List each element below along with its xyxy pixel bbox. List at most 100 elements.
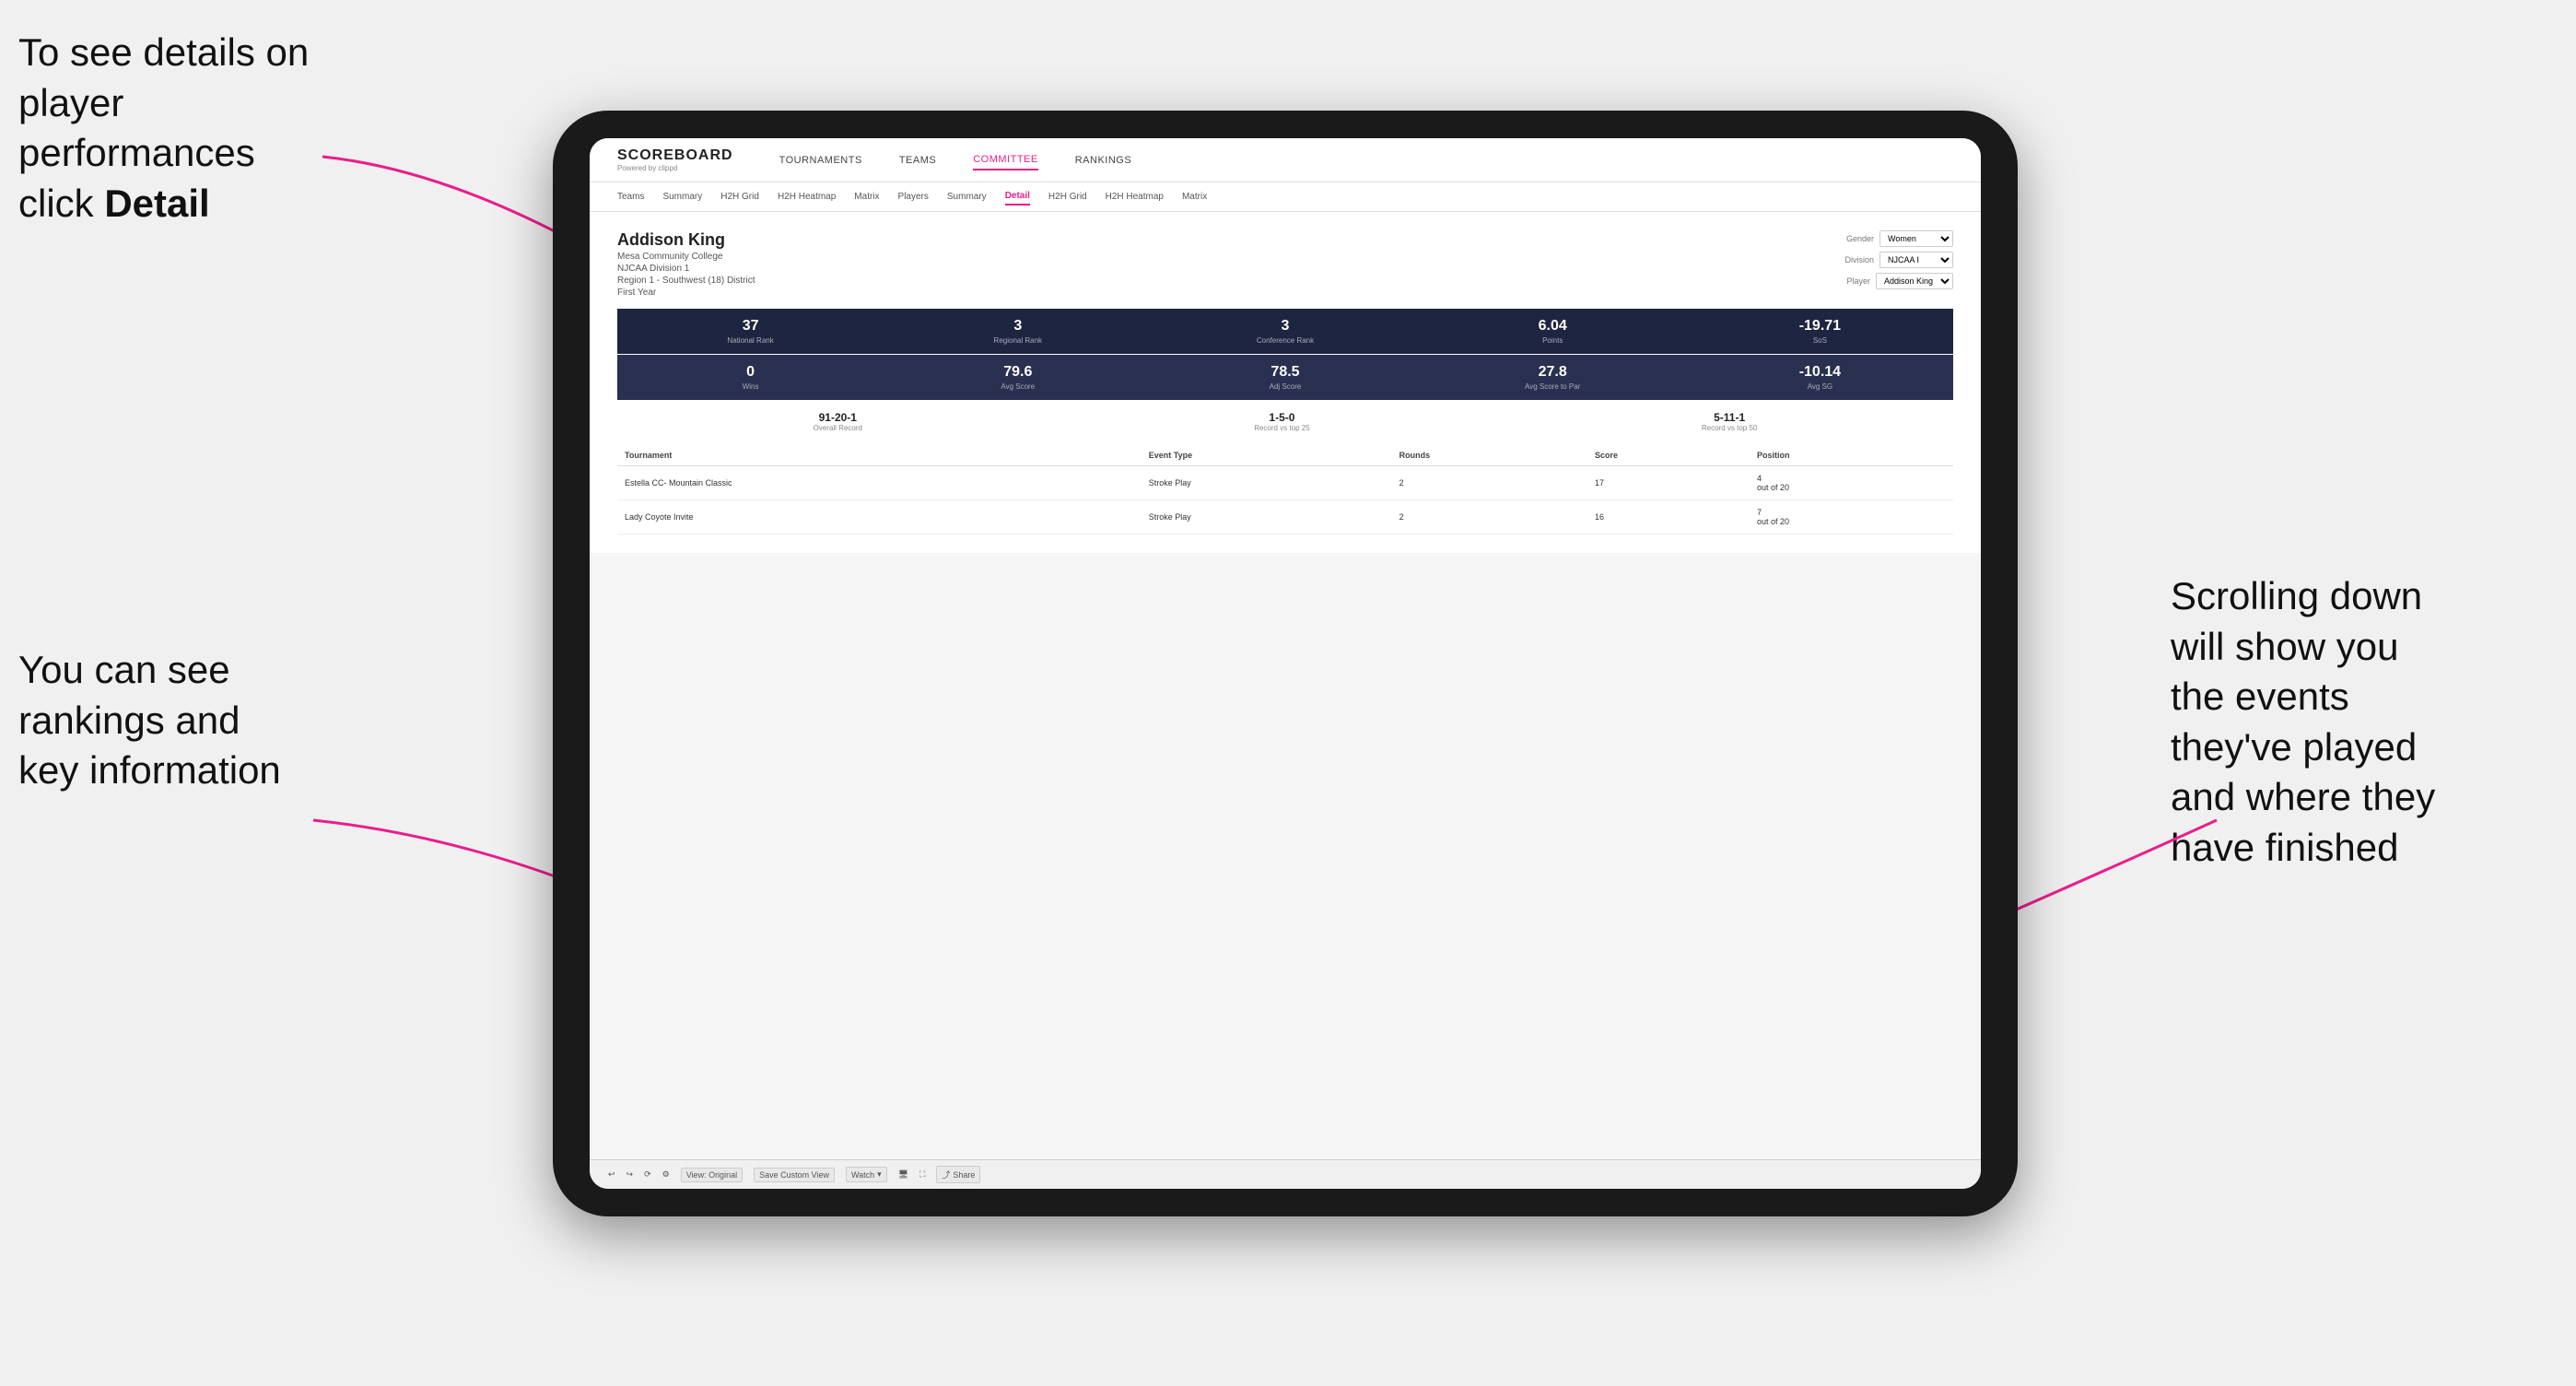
subnav-players[interactable]: Players [898,189,929,205]
annotation-bl2: rankings and [18,699,240,742]
top50-record-label: Record vs top 50 [1702,424,1757,432]
annotation-line1: To see details on [18,30,309,74]
national-rank-label: National Rank [625,336,876,345]
tournament-table: Tournament Event Type Rounds Score Posit… [617,445,1953,534]
gender-filter-row: Gender Women Men [1846,230,1953,247]
share-icon: ⤴ [942,1169,950,1180]
top25-record-label: Record vs top 25 [1254,424,1309,432]
annotation-line3: click [18,182,104,225]
conference-rank-value: 3 [1159,318,1411,335]
subnav-matrix2[interactable]: Matrix [1182,189,1207,205]
annotation-bl1: You can see [18,648,230,691]
toolbar-expand[interactable]: ⛶ [919,1169,925,1180]
player-year: First Year [617,288,755,298]
top50-record-value: 5-11-1 [1702,411,1757,424]
record-overall: 91-20-1 Overall Record [814,411,862,432]
sos-value: -19.71 [1694,318,1946,335]
subnav-summary2[interactable]: Summary [947,189,987,205]
division-select[interactable]: NJCAA I NJCAA II [1879,252,1953,268]
nav-tournaments[interactable]: TOURNAMENTS [779,151,862,170]
annotation-r2: will show you [2171,625,2398,668]
row1-position: 4out of 20 [1750,466,1953,500]
nav-teams[interactable]: TEAMS [899,151,936,170]
subnav-h2hheatmap[interactable]: H2H Heatmap [778,189,836,205]
subnav-teams[interactable]: Teams [617,189,644,205]
nav-rankings[interactable]: RANKINGS [1075,151,1131,170]
subnav-h2hgrid2[interactable]: H2H Grid [1048,189,1087,205]
record-top50: 5-11-1 Record vs top 50 [1702,411,1757,432]
regional-rank-label: Regional Rank [892,336,1143,345]
stat-regional-rank: 3 Regional Rank [884,309,1151,354]
stat-avg-par: 27.8 Avg Score to Par [1420,355,1686,400]
points-value: 6.04 [1427,318,1679,335]
player-filters: Gender Women Men Division NJCAA I NJCAA … [1844,230,1953,289]
toolbar-device[interactable]: 🖥 [898,1169,908,1180]
toolbar-settings[interactable]: ⚙ [662,1169,670,1180]
player-region: Region 1 - Southwest (18) District [617,276,755,286]
subnav-summary[interactable]: Summary [662,189,702,205]
national-rank-value: 37 [625,318,876,335]
view-original-button[interactable]: View: Original [681,1168,743,1182]
tablet-frame: SCOREBOARD Powered by clippd TOURNAMENTS… [553,111,2018,1216]
player-select[interactable]: Addison King [1876,273,1953,289]
division-label: Division [1844,255,1874,264]
top-nav: SCOREBOARD Powered by clippd TOURNAMENTS… [590,138,1981,182]
player-info: Addison King Mesa Community College NJCA… [617,230,755,298]
player-detail: Addison King Mesa Community College NJCA… [590,212,1981,553]
bottom-toolbar: ↩ ↪ ⟳ ⚙ View: Original Save Custom View … [590,1159,1981,1189]
col-rounds: Rounds [1392,445,1587,466]
stat-conference-rank: 3 Conference Rank [1152,309,1418,354]
division-filter-row: Division NJCAA I NJCAA II [1844,252,1953,268]
avg-score-value: 79.6 [892,364,1143,381]
avg-par-label: Avg Score to Par [1427,382,1679,391]
avg-par-value: 27.8 [1427,364,1679,381]
annotation-bold: Detail [104,182,209,225]
sub-nav: Teams Summary H2H Grid H2H Heatmap Matri… [590,182,1981,212]
table-row: Lady Coyote Invite Stroke Play 2 16 7out… [617,500,1953,534]
wins-label: Wins [625,382,876,391]
annotation-right: Scrolling down will show you the events … [2171,571,2558,874]
stats-grid-row1: 37 National Rank 3 Regional Rank 3 Confe… [617,309,1953,354]
top25-record-value: 1-5-0 [1254,411,1309,424]
subnav-h2hheatmap2[interactable]: H2H Heatmap [1106,189,1164,205]
row1-score: 17 [1587,466,1750,500]
row1-rounds: 2 [1392,466,1587,500]
stat-national-rank: 37 National Rank [617,309,884,354]
annotation-line2: player performances [18,81,255,175]
nav-committee[interactable]: COMMITTEE [973,150,1038,170]
subnav-matrix[interactable]: Matrix [854,189,879,205]
save-custom-view-button[interactable]: Save Custom View [754,1168,835,1182]
overall-record-label: Overall Record [814,424,862,432]
watch-label: Watch [851,1170,874,1180]
row2-tournament: Lady Coyote Invite [617,500,1142,534]
watch-button[interactable]: Watch ▾ [846,1167,887,1182]
conference-rank-label: Conference Rank [1159,336,1411,345]
player-header: Addison King Mesa Community College NJCA… [617,230,1953,298]
player-division: NJCAA Division 1 [617,264,755,274]
toolbar-refresh[interactable]: ⟳ [644,1169,651,1180]
watch-chevron: ▾ [877,1169,882,1180]
stat-wins: 0 Wins [617,355,884,400]
stat-avg-sg: -10.14 Avg SG [1687,355,1953,400]
annotation-r1: Scrolling down [2171,574,2422,617]
subnav-h2hgrid[interactable]: H2H Grid [720,189,759,205]
player-school: Mesa Community College [617,252,755,262]
tablet-screen: SCOREBOARD Powered by clippd TOURNAMENTS… [590,138,1981,1189]
share-label: Share [953,1170,975,1180]
adj-score-label: Adj Score [1159,382,1411,391]
toolbar-redo[interactable]: ↪ [626,1169,634,1180]
avg-sg-value: -10.14 [1694,364,1946,381]
subnav-detail[interactable]: Detail [1005,188,1030,206]
adj-score-value: 78.5 [1159,364,1411,381]
stat-avg-score: 79.6 Avg Score [884,355,1151,400]
row1-tournament: Estella CC- Mountain Classic [617,466,1142,500]
regional-rank-value: 3 [892,318,1143,335]
share-button[interactable]: ⤴ Share [936,1166,980,1183]
sos-label: SoS [1694,336,1946,345]
toolbar-undo[interactable]: ↩ [608,1169,615,1180]
stat-sos: -19.71 SoS [1687,309,1953,354]
gender-select[interactable]: Women Men [1879,230,1953,247]
player-label: Player [1846,276,1870,286]
avg-sg-label: Avg SG [1694,382,1946,391]
save-label: Save Custom View [759,1170,829,1180]
